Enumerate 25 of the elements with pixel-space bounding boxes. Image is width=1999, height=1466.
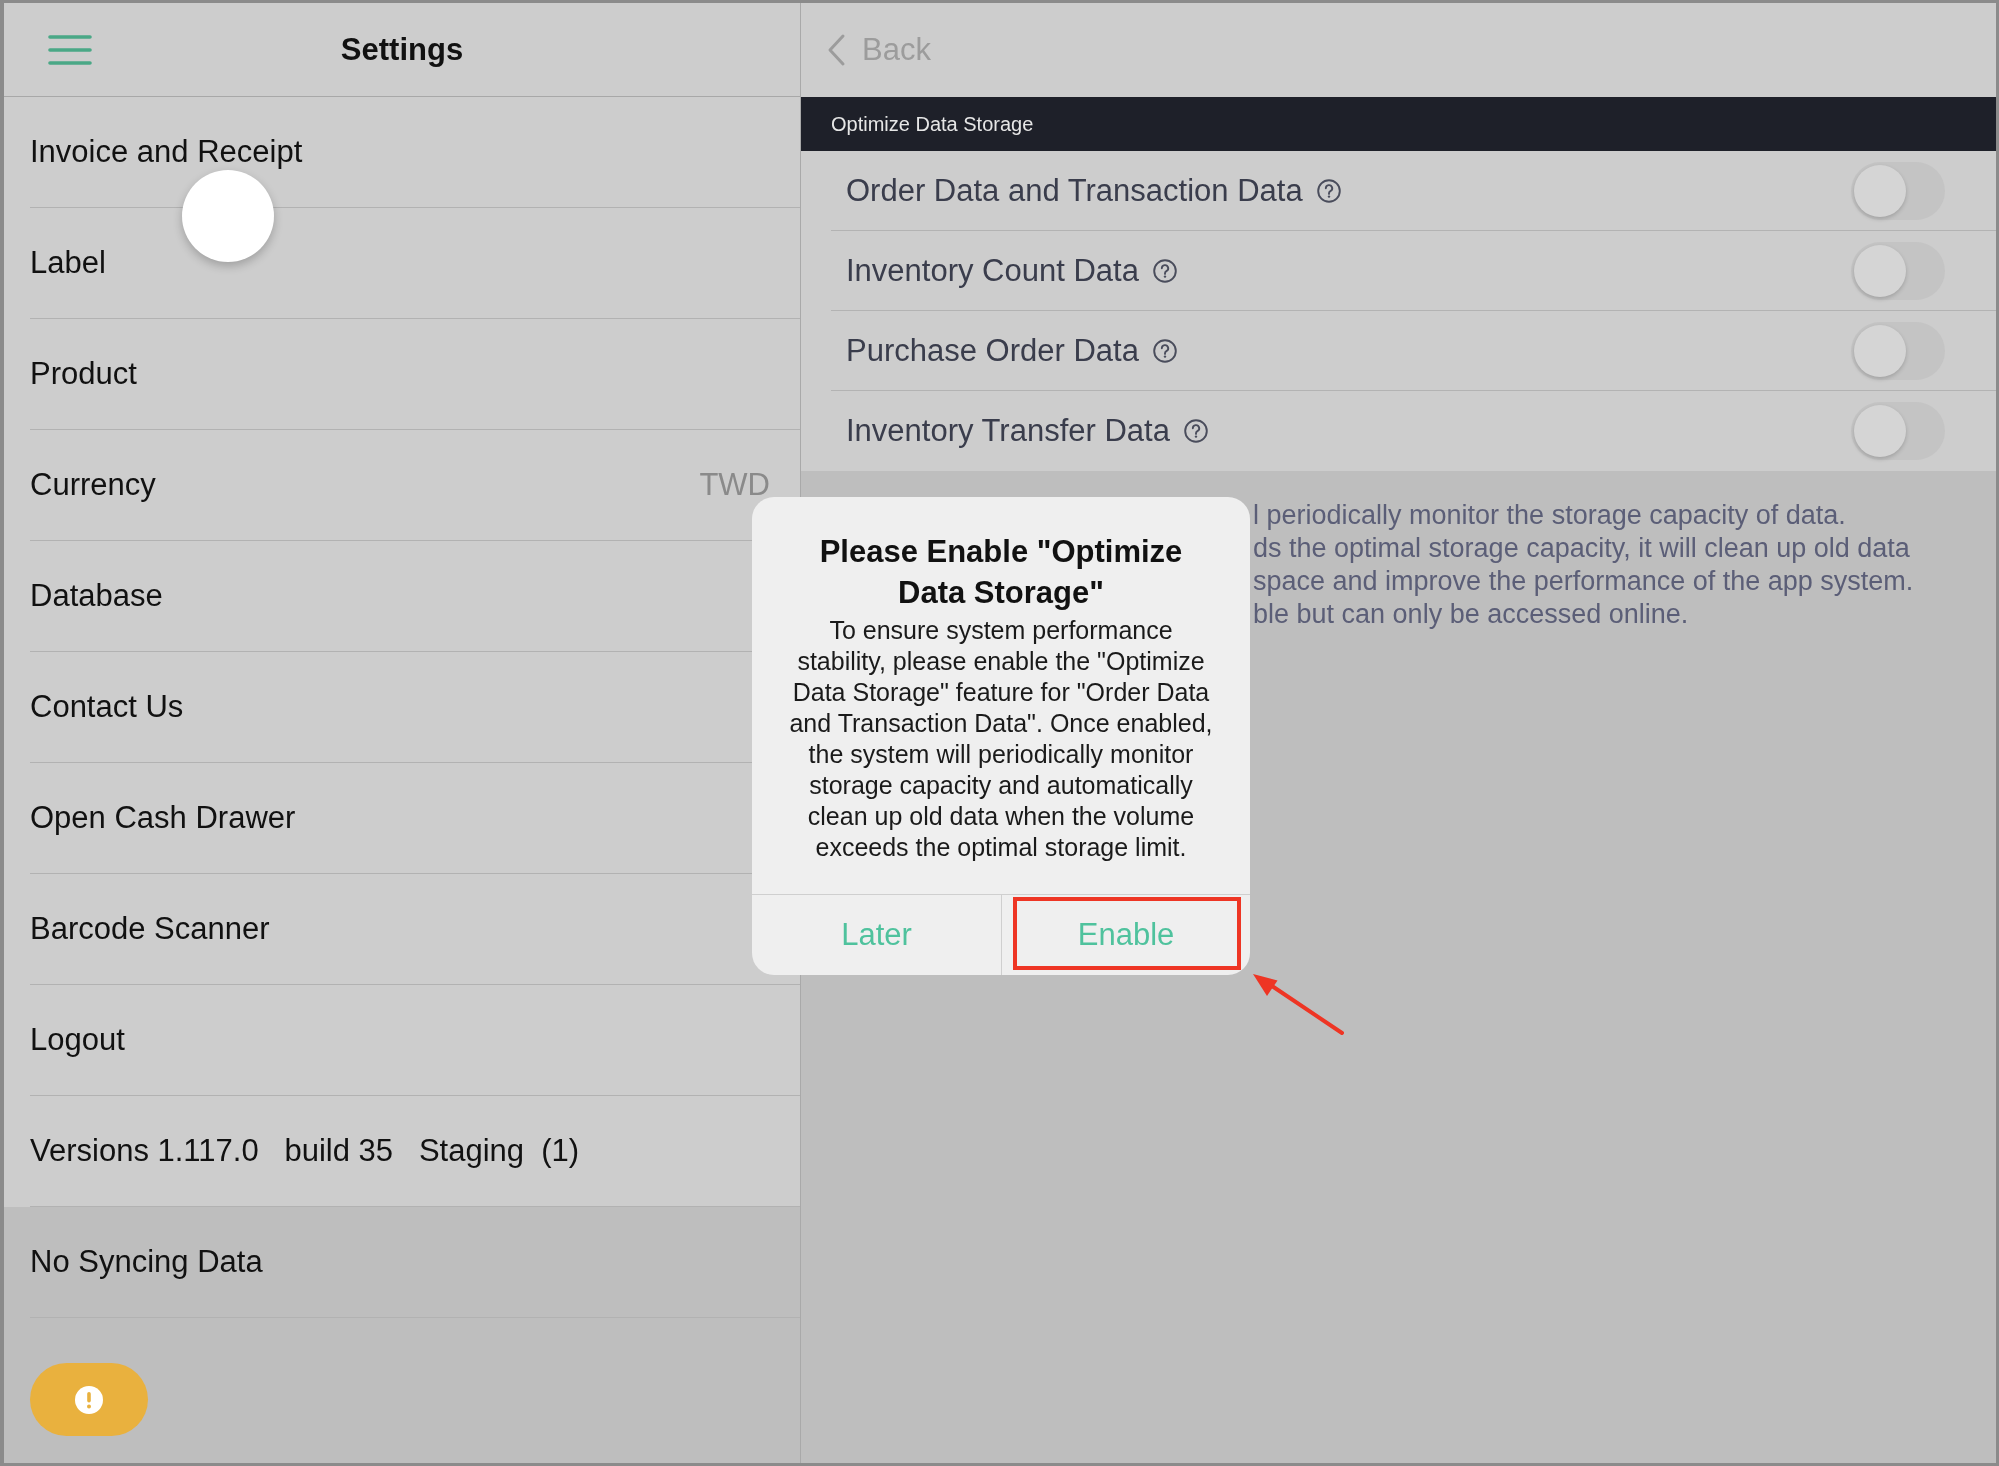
option-label: Order Data and Transaction Data	[846, 172, 1303, 209]
menu-icon[interactable]	[48, 34, 92, 65]
sync-status: No Syncing Data	[30, 1244, 263, 1280]
option-label: Purchase Order Data	[846, 332, 1139, 369]
settings-item[interactable]: Product	[30, 319, 800, 430]
toggle-switch[interactable]	[1851, 402, 1945, 460]
settings-item[interactable]: Logout	[30, 985, 800, 1096]
exclamation-icon	[75, 1385, 103, 1414]
option-label: Inventory Count Data	[846, 252, 1139, 289]
help-icon[interactable]	[1152, 338, 1177, 363]
help-icon[interactable]	[1183, 419, 1208, 443]
help-icon[interactable]	[1152, 258, 1177, 283]
dialog-title: Please Enable "Optimize Data Storage"	[818, 533, 1184, 612]
description-text: space and improve the performance of the app system.	[1253, 565, 1914, 598]
description-text: ble but can only be accessed online.	[1253, 598, 1689, 631]
item-value: TWD	[699, 467, 770, 503]
arrow-icon	[1252, 973, 1344, 1035]
section-header: Optimize Data Storage	[801, 97, 1996, 151]
chevron-icon	[826, 33, 846, 67]
description-text: ds the optimal storage capacity, it will clean up old data	[1253, 532, 1910, 565]
settings-title: Settings	[340, 31, 464, 68]
option-label: Inventory Transfer Data	[846, 413, 1170, 449]
help-icon[interactable]	[1316, 178, 1341, 203]
settings-item[interactable]: Versions 1.117.0 build 35 Staging (1)	[30, 1096, 800, 1207]
description-text: l periodically monitor the storage capacity of data.	[1253, 499, 1846, 532]
